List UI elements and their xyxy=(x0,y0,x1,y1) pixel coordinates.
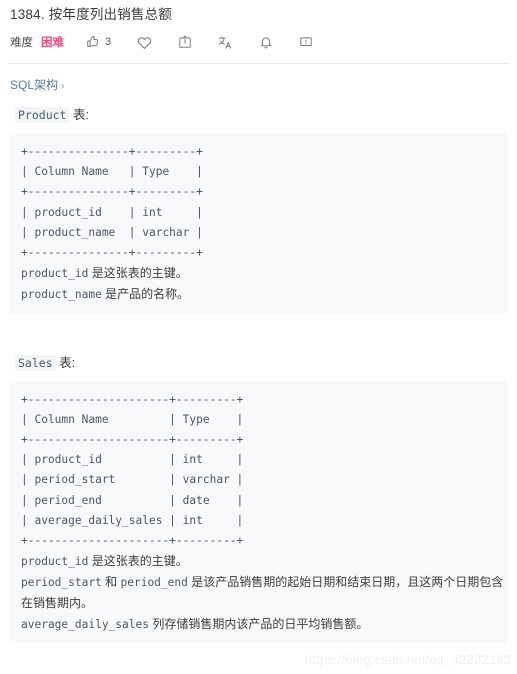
product-heading-suffix: 表: xyxy=(72,108,89,122)
comment-button[interactable] xyxy=(299,35,313,49)
share-button[interactable] xyxy=(178,35,192,49)
action-toolbar: 难度 困难 3 xyxy=(0,24,517,54)
watermark: https://blog.csdn.net/qq_42232193 xyxy=(304,652,511,667)
problem-page: 1384. 按年度列出销售总额 难度 困难 3 SQL架构 › Product … xyxy=(0,0,517,674)
sql-schema-link-label: SQL架构 xyxy=(10,78,59,92)
sql-schema-link[interactable]: SQL架构 › xyxy=(0,64,74,93)
sales-note-1-code: product_id xyxy=(21,555,89,569)
schema-link-row: SQL架构 › xyxy=(0,64,517,94)
notification-button[interactable] xyxy=(259,35,273,49)
heart-icon xyxy=(137,35,152,50)
sales-note-2-code-b: period_end xyxy=(120,576,188,590)
sales-code-block: +---------------------+---------+ | Colu… xyxy=(9,380,508,644)
product-table-heading: Product 表: xyxy=(15,106,508,124)
product-table-name: Product xyxy=(15,107,70,123)
chevron-right-icon: › xyxy=(61,81,65,92)
page-title: 1384. 按年度列出销售总额 xyxy=(10,7,173,22)
sales-ascii-table: +---------------------+---------+ | Colu… xyxy=(21,392,244,548)
sales-note-2-code-a: period_start xyxy=(21,576,102,590)
sales-note-3-text: 列存储销售期内该产品的日平均销售额。 xyxy=(148,617,369,632)
sales-table-name: Sales xyxy=(15,354,56,371)
difficulty-badge: 困难 xyxy=(41,37,64,49)
sales-note-3: average_daily_sales 列存储销售期内该产品的日平均销售额。 xyxy=(21,614,504,635)
sales-note-2: period_start 和 period_end 是该产品销售期的起始日期和结… xyxy=(21,572,504,614)
like-count: 3 xyxy=(105,36,112,48)
bell-icon xyxy=(259,35,273,49)
product-note-1-text: 是这张表的主键。 xyxy=(88,266,188,281)
difficulty-label: 难度 xyxy=(10,37,33,49)
share-icon xyxy=(178,35,192,49)
favorite-button[interactable] xyxy=(137,35,152,50)
product-note-1-code: product_id xyxy=(21,267,89,281)
product-note-2-code: product_name xyxy=(21,288,102,302)
sales-note-1-text: 是这张表的主键。 xyxy=(88,554,188,569)
product-ascii-table: +---------------+---------+ | Column Nam… xyxy=(21,145,203,260)
product-code-block: +---------------+---------+ | Column Nam… xyxy=(9,133,508,314)
problem-content: Product 表: +---------------+---------+ |… xyxy=(0,106,517,644)
sales-heading-suffix: 表: xyxy=(59,355,76,370)
product-note-2-text: 是产品的名称。 xyxy=(101,287,190,302)
sales-note-2-mid: 和 xyxy=(101,575,121,590)
translate-icon xyxy=(218,35,233,50)
like-button[interactable]: 3 xyxy=(86,35,111,49)
translate-button[interactable] xyxy=(218,35,233,50)
sales-note-3-code: average_daily_sales xyxy=(21,618,149,632)
thumbs-up-icon xyxy=(86,35,100,49)
sales-table-heading: Sales 表: xyxy=(15,354,508,372)
comment-icon xyxy=(299,35,313,49)
